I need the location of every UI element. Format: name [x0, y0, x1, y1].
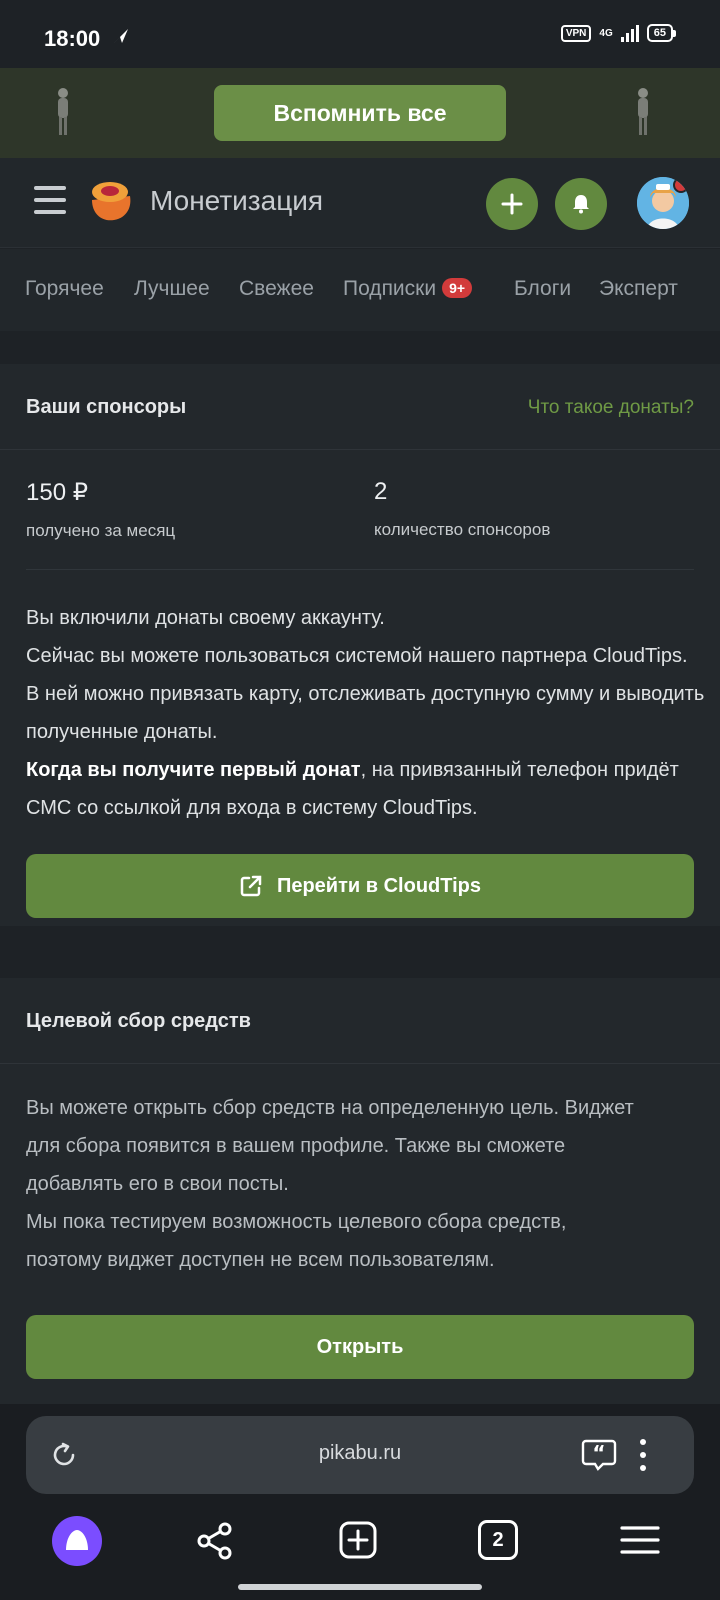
more-vertical-icon[interactable] [638, 1437, 648, 1473]
fundraising-card-header: Целевой сбор средств [0, 978, 720, 1064]
notifications-button[interactable] [555, 178, 607, 230]
figure-right-icon [638, 88, 648, 135]
plus-icon [501, 193, 523, 215]
tab-fresh[interactable]: Свежее [239, 277, 314, 301]
app-header: Монетизация [0, 158, 720, 248]
subscriptions-badge: 9+ [442, 278, 473, 298]
donations-description: Вы включили донаты своему аккаунту. Сейч… [26, 607, 705, 819]
tab-subscriptions[interactable]: Подписки 9+ [343, 277, 473, 301]
stat-label: количество спонсоров [374, 520, 551, 539]
figure-left-icon [58, 88, 68, 135]
sponsors-card: Ваши спонсоры Что такое донаты? 150 ₽ по… [0, 364, 720, 926]
go-to-cloudtips-label: Перейти в CloudTips [276, 874, 482, 897]
avatar[interactable] [637, 177, 689, 229]
browser-bottom-bar: pikabu.ru “ 2 [0, 1404, 720, 1600]
remember-all-button[interactable]: Вспомнить все [214, 85, 506, 141]
status-time: 18:00 [44, 26, 101, 51]
network-type: 4G [599, 27, 613, 39]
vpn-indicator: VPN [560, 24, 592, 42]
new-tab-icon[interactable] [338, 1520, 378, 1560]
signal-icon [620, 24, 639, 42]
tabs-counter-button[interactable]: 2 [478, 1520, 518, 1560]
avatar-notification-dot [673, 177, 689, 193]
fundraising-card: Целевой сбор средств Вы можете открыть с… [0, 978, 720, 1404]
battery-level: 65 [646, 24, 673, 42]
quote-icon[interactable]: “ [581, 1438, 617, 1472]
alice-assistant-icon[interactable] [52, 1516, 102, 1566]
stat-monthly-received: 150 ₽ получено за месяц [26, 478, 175, 541]
sponsors-title: Ваши спонсоры [26, 396, 187, 418]
gesture-handle [238, 1584, 482, 1590]
tab-experts[interactable]: Эксперт [599, 277, 678, 301]
promo-banner: Вспомнить все [0, 68, 720, 158]
divider [26, 569, 694, 570]
external-link-icon [240, 875, 262, 897]
tabs-count: 2 [492, 1528, 504, 1551]
tab-best[interactable]: Лучшее [134, 277, 210, 301]
battery-icon: 65 [646, 24, 676, 42]
stat-sponsor-count: 2 количество спонсоров [374, 478, 550, 540]
sponsors-card-header: Ваши спонсоры Что такое донаты? [0, 364, 720, 450]
location-arrow-icon [114, 29, 128, 43]
stat-value: 150 ₽ [26, 479, 88, 506]
bell-icon [573, 195, 589, 214]
tab-hot[interactable]: Горячее [25, 277, 104, 301]
feed-tabs: Горячее Лучшее Свежее Подписки 9+ Блоги Э… [0, 249, 720, 331]
hamburger-menu-icon[interactable] [620, 1524, 660, 1556]
tab-blogs[interactable]: Блоги [514, 277, 571, 301]
stat-value: 2 [374, 478, 388, 505]
status-bar: 18:00 VPN 4G 65 [0, 0, 720, 68]
stat-label: получено за месяц [26, 521, 176, 540]
svg-text:“: “ [592, 1441, 605, 1465]
page-title: Монетизация [150, 185, 324, 216]
fundraising-description: Вы можете открыть сбор средств на опреде… [26, 1097, 634, 1271]
menu-icon[interactable] [34, 186, 66, 216]
pikabu-logo-icon [92, 182, 131, 221]
add-post-button[interactable] [486, 178, 538, 230]
open-fundraising-button[interactable]: Открыть [26, 1315, 694, 1379]
go-to-cloudtips-button[interactable]: Перейти в CloudTips [26, 854, 694, 918]
address-bar[interactable]: pikabu.ru “ [26, 1416, 694, 1494]
share-icon[interactable] [195, 1521, 235, 1561]
what-are-donations-link[interactable]: Что такое донаты? [528, 397, 694, 419]
fundraising-title: Целевой сбор средств [26, 1010, 251, 1032]
